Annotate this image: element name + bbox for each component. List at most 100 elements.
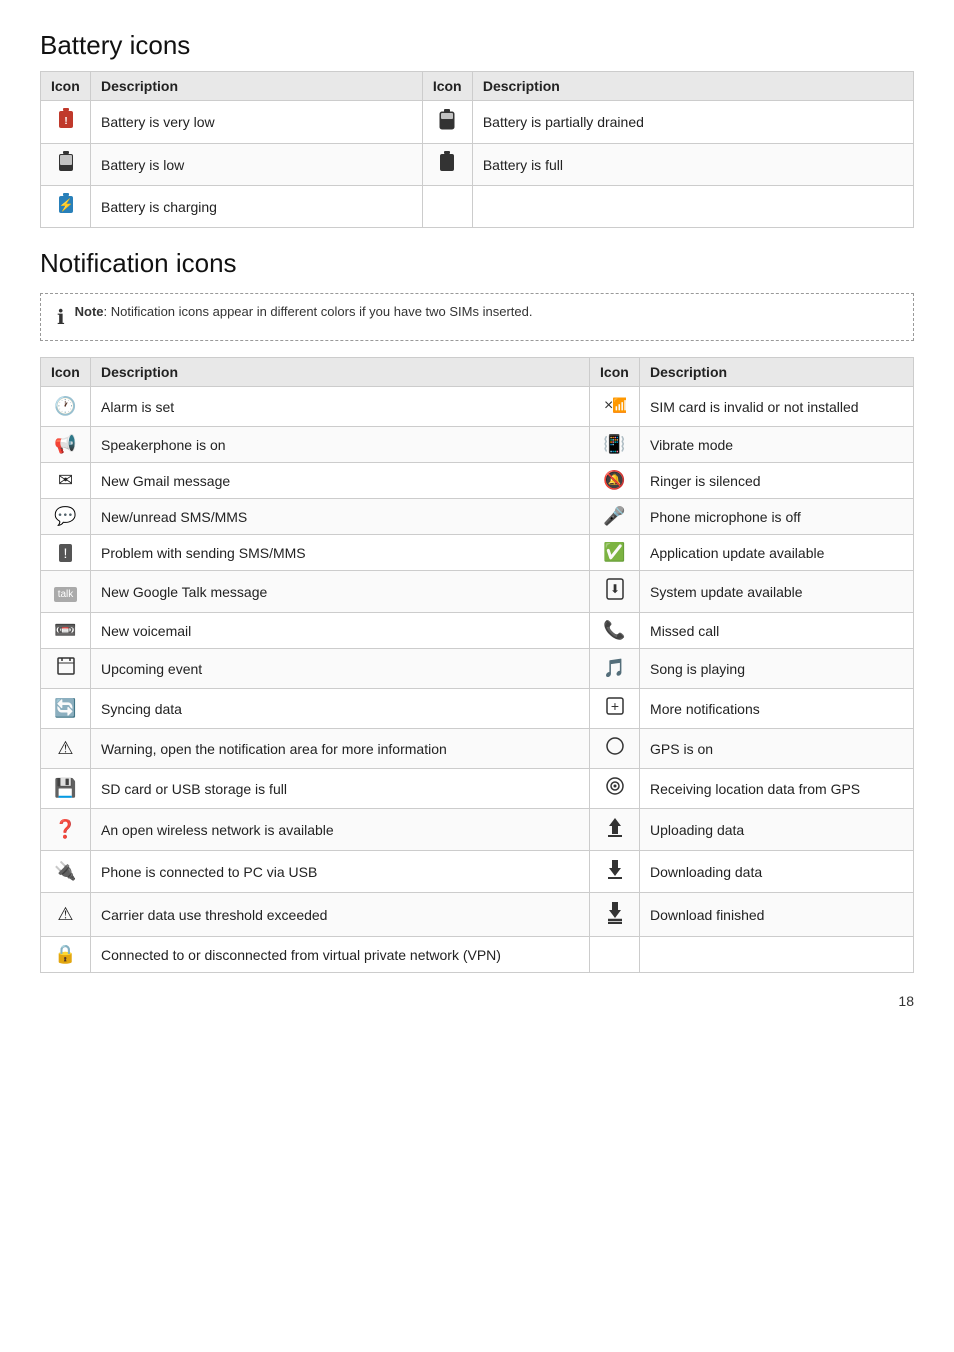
notif-desc: An open wireless network is available (91, 809, 590, 851)
notification-table: Icon Description Icon Description 🕐 Alar… (40, 357, 914, 973)
notif-desc: Vibrate mode (640, 427, 914, 463)
vibrate-icon: 📳 (603, 434, 625, 454)
notif-desc: Problem with sending SMS/MMS (91, 535, 590, 571)
notif-icon-cell (590, 809, 640, 851)
notif-desc: New Gmail message (91, 463, 590, 499)
table-row: 💾 SD card or USB storage is full Receivi… (41, 769, 914, 809)
sim-invalid-icon: ×📶 (604, 398, 626, 418)
battery-icon-cell (41, 144, 91, 186)
table-row: 🕐 Alarm is set ×📶 SIM card is invalid or… (41, 387, 914, 427)
download-finished-icon (605, 908, 625, 928)
notif-icon-cell: ⚠ (41, 893, 91, 937)
notif-desc: More notifications (640, 689, 914, 729)
ringer-silenced-icon: 🔕 (603, 470, 625, 490)
battery-icon-cell: ⚡ (41, 186, 91, 228)
notification-section-title: Notification icons (40, 248, 914, 279)
syncing-icon: 🔄 (54, 698, 76, 718)
upcoming-event-icon (56, 660, 76, 680)
notif-desc: Alarm is set (91, 387, 590, 427)
notif-icon-cell: 📼 (41, 613, 91, 649)
notif-icon-cell: 💬 (41, 499, 91, 535)
notif-icon-cell (590, 937, 640, 973)
notif-icon-cell: ×📶 (590, 387, 640, 427)
usb-icon: 🔌 (54, 861, 76, 881)
open-wireless-icon: ❓ (54, 819, 76, 839)
notif-icon-cell: 🔌 (41, 851, 91, 893)
notif-desc: GPS is on (640, 729, 914, 769)
battery-desc-cell (472, 186, 913, 228)
note-text: Note: Notification icons appear in diffe… (75, 304, 533, 319)
app-update-icon: ✅ (603, 542, 625, 562)
table-row: 📼 New voicemail 📞 Missed call (41, 613, 914, 649)
notif-icon-cell: 📳 (590, 427, 640, 463)
notif-desc: Application update available (640, 535, 914, 571)
notif-desc: Carrier data use threshold exceeded (91, 893, 590, 937)
notif-desc: Speakerphone is on (91, 427, 590, 463)
battery-low-icon (57, 157, 75, 177)
table-row: 🔄 Syncing data + More notifications (41, 689, 914, 729)
battery-desc-cell: Battery is low (91, 144, 423, 186)
notif-col-desc1: Description (91, 358, 590, 387)
battery-col-icon2: Icon (422, 72, 472, 101)
notif-desc: New/unread SMS/MMS (91, 499, 590, 535)
table-row: Battery is low Battery is full (41, 144, 914, 186)
notif-icon-cell (590, 893, 640, 937)
table-row: ! Problem with sending SMS/MMS ✅ Applica… (41, 535, 914, 571)
notif-icon-cell: talk (41, 571, 91, 613)
battery-desc-cell: Battery is full (472, 144, 913, 186)
battery-col-desc2: Description (472, 72, 913, 101)
page-number: 18 (40, 993, 914, 1009)
table-row: 📢 Speakerphone is on 📳 Vibrate mode (41, 427, 914, 463)
battery-icon-cell (422, 144, 472, 186)
notif-icon-cell: ⚠ (41, 729, 91, 769)
notif-desc: Warning, open the notification area for … (91, 729, 590, 769)
table-row: ⚠ Carrier data use threshold exceeded Do… (41, 893, 914, 937)
notif-desc: SIM card is invalid or not installed (640, 387, 914, 427)
downloading-icon (605, 864, 625, 884)
vpn-icon: 🔒 (54, 944, 76, 964)
sms-problem-icon: ! (59, 544, 73, 562)
song-playing-icon: 🎵 (603, 658, 625, 678)
notif-icon-cell: 🕐 (41, 387, 91, 427)
svg-text:⬇: ⬇ (610, 582, 620, 596)
table-row: ⚡ Battery is charging (41, 186, 914, 228)
table-row: ✉ New Gmail message 🔕 Ringer is silenced (41, 463, 914, 499)
notif-icon-cell (590, 769, 640, 809)
notif-icon-cell: 💾 (41, 769, 91, 809)
battery-desc-cell: Battery is partially drained (472, 101, 913, 144)
notif-icon-cell (590, 729, 640, 769)
svg-text:+: + (610, 698, 618, 714)
info-icon: ℹ (57, 305, 65, 330)
notif-desc: Downloading data (640, 851, 914, 893)
notif-desc: New voicemail (91, 613, 590, 649)
battery-section-title: Battery icons (40, 30, 914, 61)
notif-desc: Upcoming event (91, 649, 590, 689)
gps-on-icon (605, 740, 625, 760)
notif-desc: Uploading data (640, 809, 914, 851)
battery-col-icon1: Icon (41, 72, 91, 101)
table-row: 🔌 Phone is connected to PC via USB Downl… (41, 851, 914, 893)
notif-icon-cell: ! (41, 535, 91, 571)
notif-desc: System update available (640, 571, 914, 613)
notif-desc: Receiving location data from GPS (640, 769, 914, 809)
warning-icon: ⚠ (57, 738, 73, 758)
notif-icon-cell: + (590, 689, 640, 729)
gmail-icon: ✉ (58, 470, 73, 490)
notif-desc: Song is playing (640, 649, 914, 689)
battery-desc-cell: Battery is charging (91, 186, 423, 228)
battery-table: Icon Description Icon Description ! Batt… (40, 71, 914, 228)
mic-off-icon: 🎤 (603, 506, 625, 526)
notif-icon-cell: 📢 (41, 427, 91, 463)
sms-icon: 💬 (54, 506, 76, 526)
sd-full-icon: 💾 (54, 778, 76, 798)
table-row: ! Battery is very low Battery is partial… (41, 101, 914, 144)
notif-icon-cell: 🎵 (590, 649, 640, 689)
notif-icon-cell: 📞 (590, 613, 640, 649)
table-row: 🔒 Connected to or disconnected from virt… (41, 937, 914, 973)
notif-desc: Connected to or disconnected from virtua… (91, 937, 590, 973)
notif-desc: Syncing data (91, 689, 590, 729)
table-row: 💬 New/unread SMS/MMS 🎤 Phone microphone … (41, 499, 914, 535)
notif-col-desc2: Description (640, 358, 914, 387)
svg-text:!: ! (64, 116, 67, 127)
battery-full-icon (438, 157, 456, 177)
